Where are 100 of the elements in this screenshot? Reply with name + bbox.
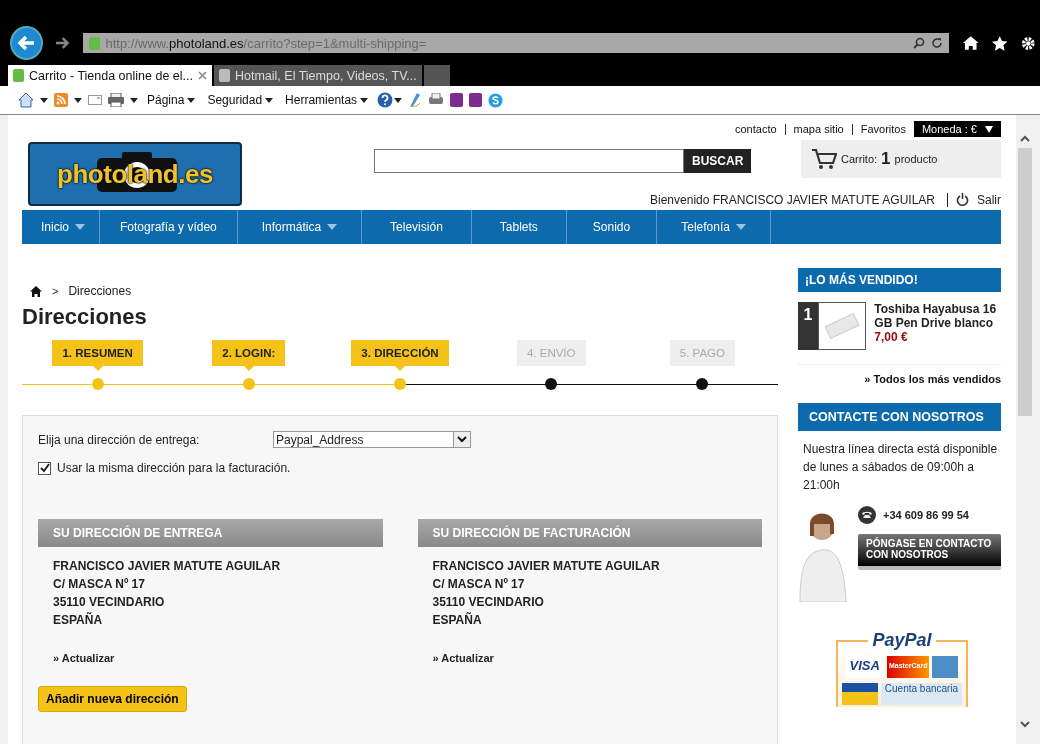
section-header: ¡LO MÁS VENDIDO! — [798, 268, 1001, 292]
step-dot — [394, 378, 406, 390]
update-link[interactable]: » Actualizar — [53, 652, 383, 664]
home-icon[interactable] — [30, 285, 42, 297]
cart-unit: producto — [894, 153, 938, 165]
back-button[interactable] — [10, 26, 44, 60]
refresh-icon[interactable] — [930, 37, 943, 49]
product-price: 7,00 € — [874, 330, 909, 344]
close-icon[interactable] — [198, 71, 207, 80]
checkbox[interactable] — [38, 461, 51, 475]
cart-icon — [811, 148, 837, 170]
tab-title: Hotmail, El Tiempo, Videos, TV... — [235, 68, 417, 83]
pointer-icon — [395, 366, 405, 371]
settings-icon[interactable] — [1021, 35, 1036, 51]
address-line: 35110 VECINDARIO — [432, 594, 545, 611]
caret-icon[interactable] — [394, 97, 403, 103]
pointer-icon — [92, 366, 103, 371]
section-header: SU DIRECCIÓN DE FACTURACIÓN — [417, 519, 762, 547]
step-label: 2. LOGIN: — [212, 340, 286, 366]
chevron-down-icon[interactable] — [453, 432, 470, 447]
tab-title: Carrito - Tienda online de el... — [29, 68, 193, 83]
section-header: CONTACTE CON NOSOTROS — [798, 403, 1001, 431]
favicon-icon — [88, 36, 100, 50]
pointer-icon — [243, 366, 254, 371]
step-dot — [91, 378, 104, 390]
checkbox-label: Usar la misma dirección para la facturación. — [57, 461, 291, 475]
scroll-down-icon[interactable] — [1020, 721, 1030, 728]
step-label: 1. RESUMEN — [52, 340, 143, 366]
address-bar[interactable]: http://www.photoland.es/carrito?step=1&multi-shipping= — [82, 33, 949, 53]
bestsellers-link[interactable]: » Todos los más vendidos — [798, 364, 1001, 385]
header-link[interactable]: Favoritos — [860, 123, 906, 135]
visa-logo: VISA — [845, 656, 884, 678]
pen-icon[interactable] — [408, 92, 423, 108]
step-label: 4. ENVÍO — [516, 340, 586, 366]
caret-icon[interactable] — [40, 97, 48, 103]
cart-label: Carrito: — [841, 153, 878, 165]
paypal-logo: PayPal — [868, 630, 936, 651]
step-label: 3. DIRECCIÓN — [351, 340, 449, 366]
address-line: ESPAÑA — [432, 611, 483, 629]
section-header: SU DIRECCIÓN DE ENTREGA — [38, 519, 383, 547]
scroll-up-icon[interactable] — [1020, 135, 1030, 142]
nav-item[interactable]: Fotografía y vídeo — [100, 210, 238, 244]
address-line: FRANCISCO JAVIER MATUTE AGUILAR — [53, 558, 282, 575]
power-icon[interactable] — [956, 193, 969, 206]
caret-icon[interactable] — [130, 97, 138, 103]
search-icon[interactable] — [912, 37, 925, 49]
caret-icon[interactable] — [74, 97, 82, 103]
update-link[interactable]: » Actualizar — [432, 652, 762, 664]
contact-button[interactable]: PÓNGASE EN CONTACTO CON NOSOTROS — [858, 534, 1001, 570]
favicon-icon — [13, 69, 24, 82]
cart-count: 1 — [881, 149, 891, 169]
toolbar-menu[interactable]: Herramientas — [282, 93, 372, 107]
nav-item[interactable]: Televisión — [362, 210, 472, 244]
search-field[interactable] — [374, 149, 684, 173]
mail-icon[interactable] — [88, 95, 102, 105]
address-line: 35110 VECINDARIO — [53, 594, 166, 611]
toolbar-menu[interactable]: Seguridad — [204, 93, 277, 107]
nav-item[interactable]: Sonido — [566, 210, 658, 244]
nav-item[interactable]: Inicio — [22, 210, 100, 244]
nav-item[interactable]: Informática — [237, 210, 363, 244]
nav-item[interactable]: Tablets — [471, 210, 567, 244]
browser-tab[interactable]: Hotmail, El Tiempo, Videos, TV... — [214, 65, 422, 86]
bank-logo — [841, 683, 878, 705]
product-thumbnail[interactable] — [817, 302, 867, 350]
browser-tab[interactable]: Carrito - Tienda online de el... — [8, 65, 212, 86]
address-line: ESPAÑA — [53, 611, 104, 629]
welcome-text: Bienvenido FRANCISCO JAVIER MATUTE AGUILAR — [650, 192, 935, 207]
printer-icon[interactable] — [108, 93, 124, 107]
favicon-icon — [219, 69, 230, 82]
star-icon[interactable] — [992, 35, 1008, 51]
help-icon[interactable] — [377, 92, 394, 108]
header-link[interactable]: contacto — [734, 123, 777, 135]
skype-icon[interactable] — [488, 92, 504, 108]
address-dropdown[interactable]: Paypal_Address — [273, 431, 471, 448]
field-label: Elija una dirección de entrega: — [38, 432, 201, 447]
breadcrumb-separator: > — [52, 285, 59, 297]
toolbar-menu[interactable]: Página — [144, 93, 199, 107]
step-label: 5. PAGO — [669, 340, 735, 366]
add-address-button[interactable]: Añadir nueva dirección — [38, 686, 187, 712]
new-tab-button[interactable] — [423, 65, 450, 86]
address-line: C/ MASCA Nº 17 — [53, 576, 146, 593]
address-line: FRANCISCO JAVIER MATUTE AGUILAR — [432, 558, 661, 575]
page-title: Direcciones — [22, 304, 148, 330]
search-button[interactable]: BUSCAR — [684, 149, 752, 173]
address-line: C/ MASCA Nº 17 — [432, 576, 526, 593]
bank-account-logo: Cuenta bancaria — [880, 683, 963, 705]
forward-arrow-icon[interactable] — [55, 36, 71, 50]
home-icon[interactable] — [962, 36, 978, 50]
printer-icon[interactable] — [428, 93, 445, 107]
header-link[interactable]: mapa sitio — [793, 123, 844, 135]
phone-number: +34 609 86 99 54 — [883, 509, 969, 521]
contact-text: Nuestra línea directa está disponible de lunes a sábados de 09:00h a 21:00h — [803, 441, 999, 494]
product-link[interactable]: Toshiba Hayabusa 16 GB Pen Drive blanco — [874, 302, 1001, 330]
breadcrumb-current: Direcciones — [68, 284, 132, 298]
nav-item[interactable]: Telefonía — [657, 210, 771, 244]
card-logo — [932, 656, 959, 678]
currency-dropdown[interactable]: Moneda : € — [913, 121, 1001, 137]
cart-summary[interactable]: Carrito: 1 producto — [801, 140, 1001, 178]
step-dot — [242, 378, 255, 390]
logout-link[interactable]: Salir — [977, 192, 1001, 207]
